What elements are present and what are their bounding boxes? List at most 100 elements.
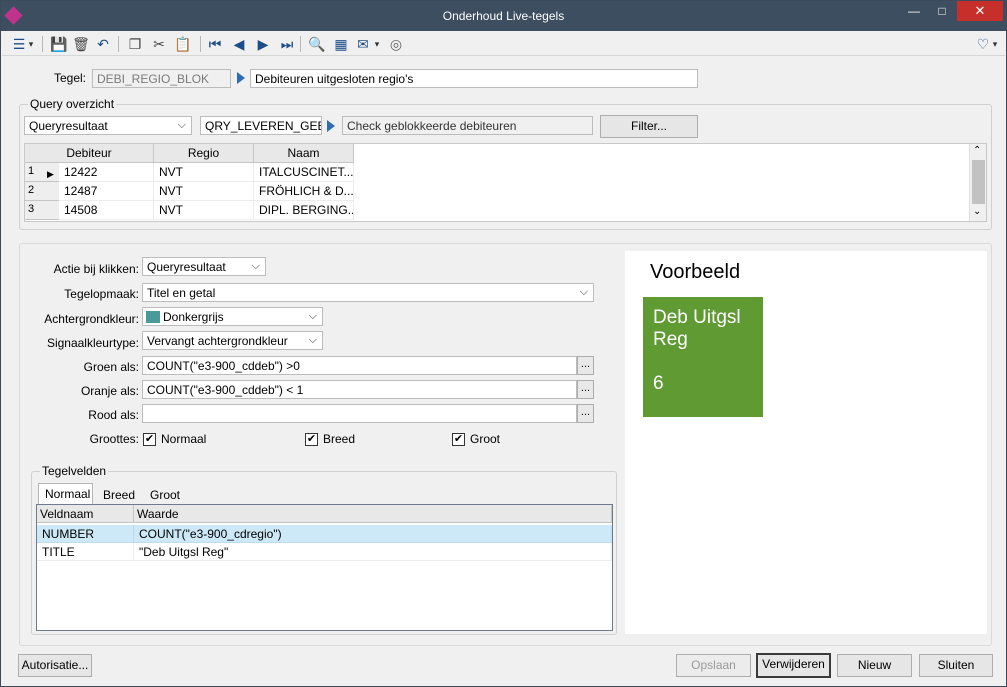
achtergrondkleur-value: Donkergrijs (163, 310, 224, 324)
sluiten-button[interactable]: Sluiten (919, 654, 993, 677)
table-row[interactable]: NUMBER COUNT("e3-900_cdregio") (37, 525, 612, 543)
query-type-select[interactable]: Queryresultaat ⌵ (24, 116, 192, 135)
size-breed-checkbox[interactable]: ✔ (305, 433, 318, 446)
cell-veldnaam: TITLE (37, 543, 134, 561)
column-header-waarde[interactable]: Waarde (134, 505, 612, 523)
signaalkleurtype-select[interactable]: Vervangt achtergrondkleur ⌵ (142, 331, 323, 350)
preview-panel: Voorbeeld Deb Uitgsl Reg 6 (625, 251, 987, 634)
cell-waarde: COUNT("e3-900_cdregio") (134, 525, 612, 543)
nieuw-button[interactable]: Nieuw (837, 654, 912, 677)
cut-icon[interactable]: ✂ (150, 35, 168, 53)
actie-select[interactable]: Queryresultaat ⌵ (142, 257, 266, 276)
cell-debiteur: 12422 (59, 163, 154, 182)
tegelopmaak-label: Tegelopmaak: (64, 287, 139, 301)
tab-normaal[interactable]: Normaal (38, 483, 93, 505)
query-type-value: Queryresultaat (29, 119, 108, 133)
verwijderen-button[interactable]: Verwijderen (756, 653, 831, 678)
cell-veldnaam: NUMBER (37, 525, 134, 543)
grid-view-icon[interactable]: ▦ (332, 35, 350, 53)
toolbar-separator (200, 36, 201, 52)
size-groot-checkbox[interactable]: ✔ (452, 433, 465, 446)
size-groot-label: Groot (470, 432, 501, 446)
groen-ellipsis-button[interactable]: ... (577, 356, 594, 375)
toolbar: ☰ ▾ 💾 🗑 ↶ ❐ ✂ 📋 ⏮ ◀ ▶ ⏭ 🔍 ▦ ✉ ▾ ◎ ♡ ▾ (2, 32, 1005, 56)
scroll-up-icon[interactable]: ⌃ (973, 145, 981, 156)
tegel-code-field[interactable]: DEBI_REGIO_BLOK (92, 69, 231, 88)
lookup-arrow-icon[interactable] (237, 72, 245, 84)
row-number: 3 (25, 201, 59, 220)
maximize-button[interactable]: □ (929, 1, 955, 21)
previous-record-icon[interactable]: ◀ (230, 35, 248, 53)
column-header-debiteur[interactable]: Debiteur (25, 144, 154, 163)
title-bar: Onderhoud Live-tegels — □ ✕ (1, 1, 1006, 31)
close-button[interactable]: ✕ (957, 1, 1003, 21)
cell-debiteur: 12487 (59, 182, 154, 201)
tegelopmaak-value: Titel en getal (147, 286, 216, 300)
tab-breed[interactable]: Breed (97, 485, 141, 506)
mail-icon[interactable]: ✉ (354, 35, 372, 53)
tegelopmaak-select[interactable]: Titel en getal ⌵ (142, 283, 594, 302)
last-record-icon[interactable]: ⏭ (278, 35, 296, 53)
groen-expression-field[interactable]: COUNT("e3-900_cddeb") >0 (142, 356, 577, 375)
dropdown-arrow-icon[interactable]: ▾ (26, 35, 36, 53)
preview-tile: Deb Uitgsl Reg 6 (643, 297, 763, 417)
column-header-veldnaam[interactable]: Veldnaam (37, 505, 134, 523)
dropdown-arrow-icon[interactable]: ▾ (372, 35, 382, 53)
copy-icon[interactable]: ❐ (126, 35, 144, 53)
cell-regio: NVT (154, 182, 254, 201)
tile-title: Deb Uitgsl Reg (653, 307, 741, 350)
grid-vertical-scrollbar[interactable]: ⌃ ⌄ (969, 144, 986, 221)
minimize-button[interactable]: — (901, 1, 927, 21)
first-record-icon[interactable]: ⏮ (206, 35, 224, 53)
dropdown-arrow-icon[interactable]: ▾ (990, 35, 1000, 53)
cell-regio: NVT (154, 163, 254, 182)
filter-button[interactable]: Filter... (600, 115, 698, 138)
query-name-field[interactable]: QRY_LEVEREN_GEB (200, 116, 322, 135)
paste-icon[interactable]: 📋 (174, 35, 192, 53)
query-description-field: Check geblokkeerde debiteuren (342, 116, 593, 135)
rood-label: Rood als: (88, 408, 139, 422)
toolbar-separator (118, 36, 119, 52)
undo-icon[interactable]: ↶ (94, 35, 112, 53)
size-normaal-label: Normaal (161, 432, 207, 446)
cell-waarde: "Deb Uitgsl Reg" (134, 543, 612, 561)
tab-groot[interactable]: Groot (144, 485, 186, 506)
tegelvelden-grid: Veldnaam Waarde NUMBER COUNT("e3-900_cdr… (36, 504, 613, 631)
save-icon[interactable]: 💾 (50, 35, 68, 53)
achtergrondkleur-select[interactable]: Donkergrijs ⌵ (142, 307, 323, 326)
preview-title: Voorbeeld (650, 261, 741, 283)
actie-label: Actie bij klikken: (53, 262, 139, 276)
color-swatch (146, 311, 160, 323)
cell-debiteur: 14508 (59, 201, 154, 220)
chevron-down-icon: ⌵ (251, 260, 260, 272)
query-result-grid: Debiteur Regio Naam 1 ▶ 12422 NVT ITALCU… (24, 143, 987, 222)
rood-expression-field[interactable] (142, 404, 577, 423)
window-title: Onderhoud Live-tegels (442, 9, 565, 23)
lookup-arrow-icon[interactable] (327, 120, 335, 132)
cell-naam: FRÖHLICH & D... (254, 182, 354, 201)
delete-icon[interactable]: 🗑 (72, 35, 90, 53)
autorisatie-button[interactable]: Autorisatie... (18, 654, 92, 677)
table-row[interactable]: TITLE "Deb Uitgsl Reg" (37, 543, 612, 561)
scrollbar-thumb[interactable] (972, 160, 985, 204)
cell-naam: ITALCUSCINET... (254, 163, 354, 182)
row-number-text: 1 (28, 165, 35, 177)
binoculars-icon[interactable]: 🔍 (308, 35, 326, 53)
signaalkleurtype-value: Vervangt achtergrondkleur (147, 334, 288, 348)
main-window: Onderhoud Live-tegels — □ ✕ ☰ ▾ 💾 🗑 ↶ ❐ … (0, 0, 1007, 687)
column-header-regio[interactable]: Regio (154, 144, 254, 163)
tegel-description-field[interactable]: Debiteuren uitgesloten regio's (250, 69, 698, 88)
size-normaal-checkbox[interactable]: ✔ (143, 433, 156, 446)
oranje-expression-field[interactable]: COUNT("e3-900_cddeb") < 1 (142, 380, 577, 399)
cell-naam: DIPL. BERGING... (254, 201, 354, 220)
oranje-ellipsis-button[interactable]: ... (577, 380, 594, 399)
globe-icon[interactable]: ◎ (387, 35, 405, 53)
cell-regio: NVT (154, 201, 254, 220)
actie-value: Queryresultaat (147, 260, 226, 274)
column-header-naam[interactable]: Naam (254, 144, 354, 163)
rood-ellipsis-button[interactable]: ... (577, 404, 594, 423)
next-record-icon[interactable]: ▶ (254, 35, 272, 53)
opslaan-button[interactable]: Opslaan (676, 654, 751, 677)
scroll-down-icon[interactable]: ⌄ (973, 206, 981, 217)
oranje-label: Oranje als: (80, 384, 139, 398)
